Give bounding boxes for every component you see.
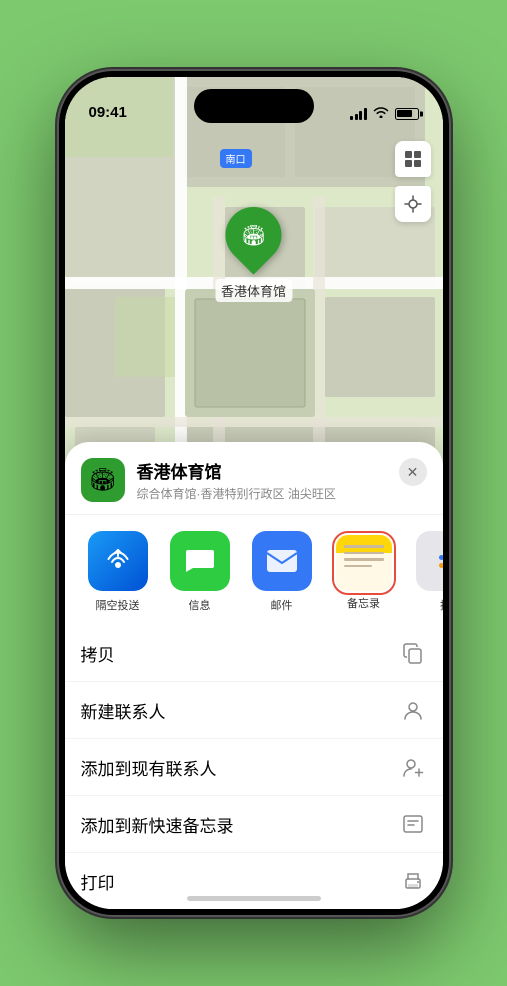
messages-icon [170, 531, 230, 591]
pin-bubble: 🏟 [214, 195, 293, 274]
new-contact-icon [399, 696, 427, 724]
home-indicator [187, 896, 321, 901]
action-new-contact[interactable]: 新建联系人 [65, 681, 443, 738]
action-copy[interactable]: 拷贝 [65, 625, 443, 681]
action-list: 拷贝 新建联系人 [65, 625, 443, 909]
action-quick-note[interactable]: 添加到新快速备忘录 [65, 795, 443, 852]
signal-bar-3 [359, 111, 362, 120]
location-button[interactable] [395, 186, 431, 222]
airdrop-label: 隔空投送 [96, 597, 140, 613]
signal-bar-2 [355, 114, 358, 120]
location-info: 香港体育馆 综合体育馆·香港特别行政区 油尖旺区 [137, 458, 427, 502]
location-name: 香港体育馆 [137, 458, 427, 483]
phone-screen: 09:41 [65, 77, 443, 909]
more-label: 推 [440, 597, 443, 613]
quick-note-icon [399, 810, 427, 838]
status-icons [350, 106, 419, 123]
print-label: 打印 [81, 869, 115, 894]
signal-bar-1 [350, 116, 353, 120]
notes-icon [336, 535, 392, 591]
close-button[interactable]: ✕ [399, 458, 427, 486]
signal-bars-icon [350, 108, 367, 120]
airdrop-icon [88, 531, 148, 591]
add-existing-icon [399, 753, 427, 781]
pin-label: 香港体育馆 [215, 279, 292, 302]
stadium-icon: 🏟 [89, 467, 117, 493]
copy-label: 拷贝 [81, 641, 115, 666]
copy-icon [399, 639, 427, 667]
map-controls [395, 141, 431, 222]
mail-label: 邮件 [271, 597, 293, 613]
map-view-toggle-button[interactable] [395, 141, 431, 177]
pin-stadium-icon: 🏟 [241, 223, 266, 248]
phone-frame: 09:41 [59, 71, 449, 915]
share-app-airdrop[interactable]: 隔空投送 [77, 531, 159, 613]
print-icon [399, 867, 427, 895]
status-time: 09:41 [89, 104, 127, 123]
action-add-existing[interactable]: 添加到现有联系人 [65, 738, 443, 795]
quick-note-label: 添加到新快速备忘录 [81, 812, 234, 837]
share-app-notes[interactable]: 备忘录 [323, 531, 405, 613]
more-icon [416, 531, 443, 591]
wifi-icon [373, 106, 389, 121]
share-apps-row: 隔空投送 信息 [65, 515, 443, 621]
more-dots-grid [433, 549, 443, 574]
location-header: 🏟 香港体育馆 综合体育馆·香港特别行政区 油尖旺区 ✕ [65, 442, 443, 515]
mail-icon [252, 531, 312, 591]
location-subtitle: 综合体育馆·香港特别行政区 油尖旺区 [137, 485, 427, 502]
add-existing-label: 添加到现有联系人 [81, 755, 217, 780]
bottom-sheet: 🏟 香港体育馆 综合体育馆·香港特别行政区 油尖旺区 ✕ [65, 442, 443, 909]
notes-label: 备忘录 [347, 595, 380, 611]
battery-icon [395, 108, 419, 120]
road-label: 南口 [220, 149, 252, 168]
messages-label: 信息 [189, 597, 211, 613]
dynamic-island [194, 89, 314, 123]
new-contact-label: 新建联系人 [81, 698, 166, 723]
location-pin: 🏟 香港体育馆 [215, 207, 292, 302]
location-icon: 🏟 [81, 458, 125, 502]
road-label-prefix: 南口 [226, 155, 246, 166]
signal-bar-4 [364, 108, 367, 120]
share-app-more[interactable]: 推 [405, 531, 443, 613]
notes-highlight-border [332, 531, 396, 595]
share-app-mail[interactable]: 邮件 [241, 531, 323, 613]
share-app-messages[interactable]: 信息 [159, 531, 241, 613]
battery-fill [397, 110, 412, 117]
